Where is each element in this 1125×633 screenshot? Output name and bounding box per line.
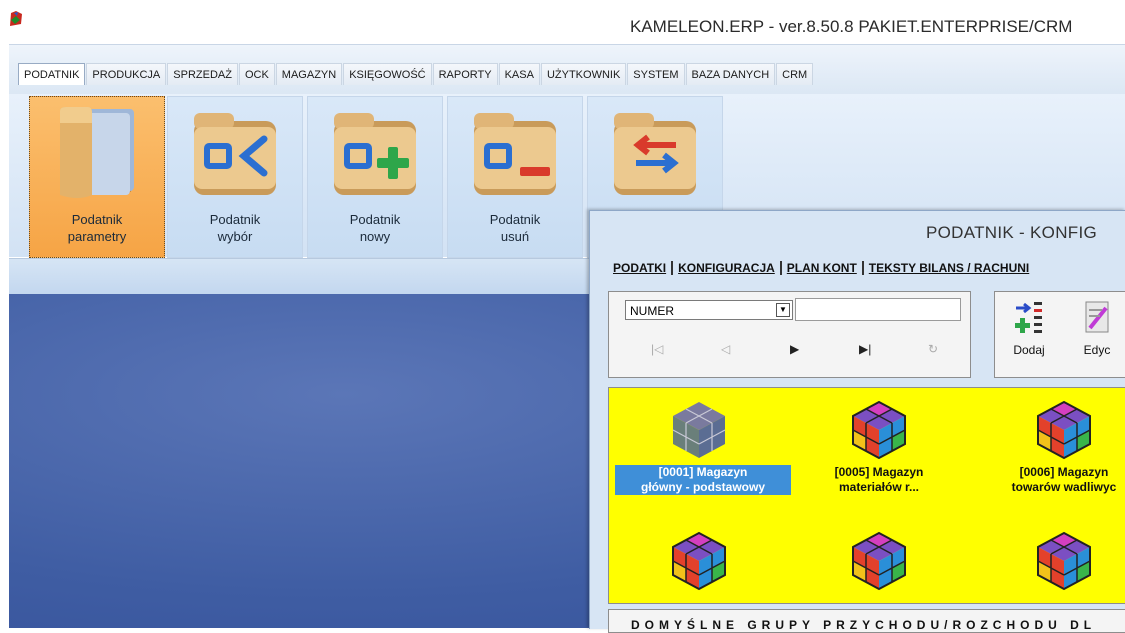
tab-crm[interactable]: CRM — [776, 63, 814, 85]
cube-icon — [1037, 400, 1091, 460]
folder-select-icon — [194, 113, 276, 195]
last-record-icon[interactable]: ▶| — [859, 342, 871, 356]
ribbon-button-label: Podatnik nowy — [349, 212, 401, 244]
warehouse-item-label-selected[interactable]: [0001] Magazyn główny - podstawowy — [615, 465, 791, 495]
warehouse-item[interactable] — [669, 531, 729, 596]
tab-podatki[interactable]: PODATKI — [610, 261, 674, 275]
folder-add-icon — [334, 113, 416, 195]
tab-raporty[interactable]: RAPORTY — [432, 63, 498, 85]
cube-icon — [852, 531, 906, 591]
tab-teksty-bilans[interactable]: TEKSTY BILANS / RACHUNI — [864, 261, 1034, 275]
warehouse-item-label[interactable]: [0005] Magazyn materiałów r... — [789, 465, 969, 495]
dodaj-button[interactable]: Dodaj — [999, 300, 1059, 357]
tab-konfiguracja[interactable]: KONFIGURACJA — [673, 261, 782, 275]
default-groups-heading: DOMYŚLNE GRUPY PRZYCHODU/ROZCHODU DL — [631, 618, 1097, 632]
ribbon-button-label: Podatnik usuń — [489, 212, 541, 244]
menu-tab-strip: PODATNIK PRODUKCJA SPRZEDAŻ OCK MAGAZYN … — [9, 44, 1125, 95]
menu-tabs: PODATNIK PRODUKCJA SPRZEDAŻ OCK MAGAZYN … — [18, 63, 814, 85]
app-logo-icon — [8, 10, 24, 28]
podatnik-parametry-button[interactable]: Podatnik parametry — [29, 96, 165, 258]
warehouse-item[interactable] — [849, 400, 909, 465]
chevron-down-icon[interactable]: ▼ — [776, 303, 790, 317]
window-title: KAMELEON.ERP - ver.8.50.8 PAKIET.ENTERPR… — [630, 17, 1073, 36]
dodaj-label: Dodaj — [1013, 343, 1045, 357]
first-record-icon[interactable]: |◁ — [651, 342, 663, 356]
child-tabs: PODATKI KONFIGURACJA PLAN KONT TEKSTY BI… — [610, 261, 1034, 275]
podatnik-usun-button[interactable]: Podatnik usuń — [447, 96, 583, 258]
actions-panel: Dodaj Edyc — [994, 291, 1125, 378]
edycja-label: Edyc — [1083, 343, 1111, 357]
title-bar: KAMELEON.ERP - ver.8.50.8 PAKIET.ENTERPR… — [0, 0, 1125, 44]
edycja-button[interactable]: Edyc — [1067, 300, 1125, 357]
tab-baza-danych[interactable]: BAZA DANYCH — [685, 63, 776, 85]
tab-kasa[interactable]: KASA — [498, 63, 540, 85]
folder-remove-icon — [474, 113, 556, 195]
tab-system[interactable]: SYSTEM — [627, 63, 685, 85]
child-window-title: PODATNIK - KONFIG — [926, 223, 1098, 242]
podatnik-nowy-button[interactable]: Podatnik nowy — [307, 96, 443, 258]
cube-icon — [852, 400, 906, 460]
navigation-panel: NUMER ▼ |◁ ◁ ▶ ▶| ↻ — [608, 291, 971, 378]
add-list-icon — [1015, 302, 1042, 333]
cube-icon — [672, 531, 726, 591]
warehouse-item[interactable] — [849, 531, 909, 596]
search-input[interactable] — [795, 298, 961, 321]
tab-sprzedaz[interactable]: SPRZEDAŻ — [167, 63, 238, 85]
tab-plan-kont[interactable]: PLAN KONT — [782, 261, 864, 275]
warehouse-grid: [0001] Magazyn główny - podstawowy [0005… — [608, 387, 1125, 604]
next-record-icon[interactable]: ▶ — [790, 342, 799, 356]
podatnik-wybor-button[interactable]: Podatnik wybór — [167, 96, 303, 258]
warehouse-item[interactable] — [1034, 531, 1094, 596]
warehouse-item-label[interactable]: [0006] Magazyn towarów wadliwyc — [974, 465, 1125, 495]
warehouse-item[interactable] — [669, 400, 729, 465]
tab-magazyn[interactable]: MAGAZYN — [275, 63, 343, 85]
tab-podatnik[interactable]: PODATNIK — [18, 63, 86, 85]
folder-switch-icon — [614, 113, 696, 195]
tab-produkcja[interactable]: PRODUKCJA — [86, 63, 167, 85]
warehouse-item[interactable] — [1034, 400, 1094, 465]
field-select-dropdown[interactable]: NUMER ▼ — [625, 300, 793, 320]
default-groups-section: DOMYŚLNE GRUPY PRZYCHODU/ROZCHODU DL — [608, 609, 1125, 633]
refresh-icon[interactable]: ↻ — [928, 342, 938, 356]
folder-icon — [60, 107, 134, 198]
tab-uzytkownik[interactable]: UŻYTKOWNIK — [540, 63, 627, 85]
field-select-value: NUMER — [630, 304, 674, 318]
tab-ksiegowosc[interactable]: KSIĘGOWOŚĆ — [343, 63, 432, 85]
cube-icon — [1037, 531, 1091, 591]
ribbon-button-label: Podatnik wybór — [209, 212, 261, 244]
cube-icon — [672, 402, 726, 458]
edit-icon — [1085, 301, 1109, 333]
prev-record-icon[interactable]: ◁ — [721, 342, 730, 356]
ribbon-button-label: Podatnik parametry — [67, 212, 127, 244]
tab-ock[interactable]: OCK — [238, 63, 275, 85]
podatnik-konfig-window[interactable]: PODATNIK - KONFIG PODATKI KONFIGURACJA P… — [589, 210, 1125, 633]
